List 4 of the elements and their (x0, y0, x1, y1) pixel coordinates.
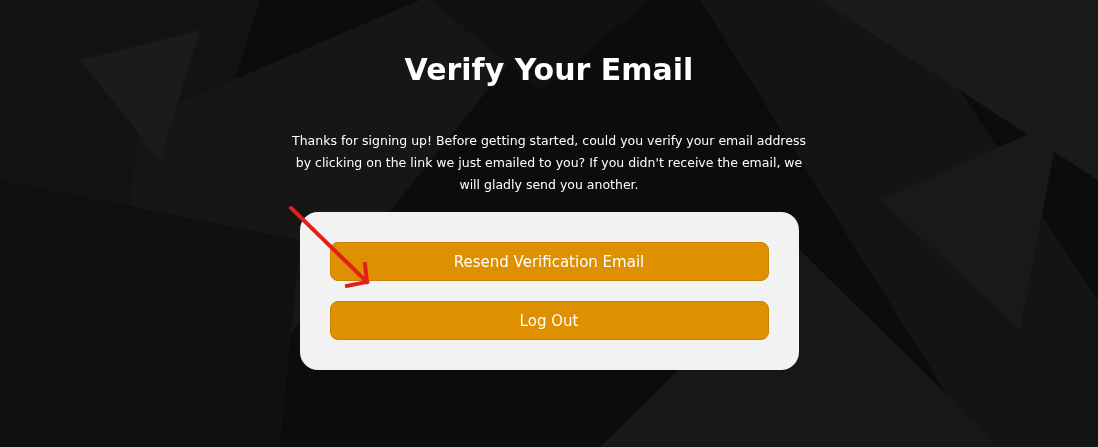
page-title: Verify Your Email (404, 51, 694, 89)
action-button[interactable]: Log Out (329, 301, 769, 340)
action-button[interactable]: Resend Verification Email (329, 242, 769, 281)
verification-message: Thanks for signing up! Before getting started, could you verify your email address by clicking on the link we just emailed to you? If you didn't receive the email, we will gladly send you another. (291, 132, 807, 194)
